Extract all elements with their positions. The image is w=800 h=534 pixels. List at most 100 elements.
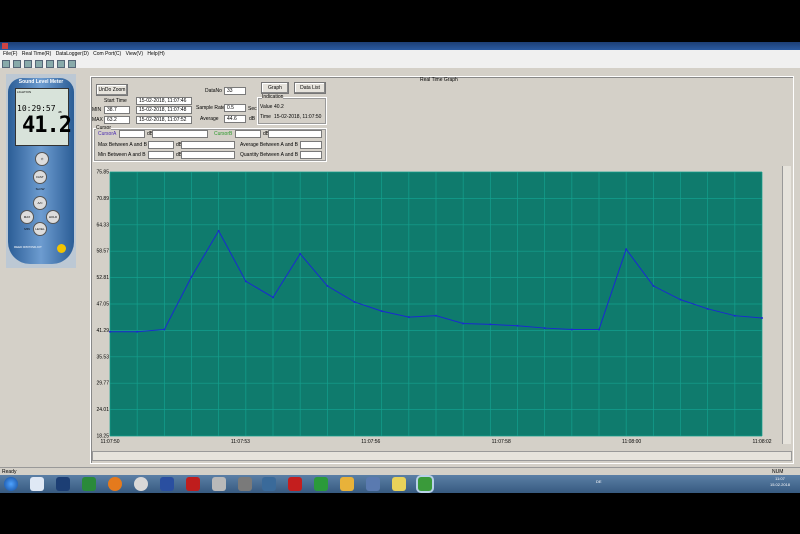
data-point: [516, 324, 519, 327]
app-icon[interactable]: [56, 477, 70, 491]
max-between-value[interactable]: [148, 141, 174, 149]
menu-help[interactable]: Help(H): [147, 50, 164, 59]
excel-icon[interactable]: [82, 477, 96, 491]
min-between-value[interactable]: [148, 151, 174, 159]
max-time-field[interactable]: 15-02-2018, 11:07:52: [136, 116, 192, 124]
cursor-b-time[interactable]: [268, 130, 322, 138]
start-time-label: Start Time: [104, 98, 127, 104]
edit-icon[interactable]: [35, 60, 43, 68]
y-tick-label: 47.05: [96, 302, 109, 308]
menu-view[interactable]: View(V): [126, 50, 143, 59]
menu-datalogger[interactable]: DataLogger(D): [56, 50, 89, 59]
y-tick-label: 41.29: [96, 328, 109, 334]
min-between-time[interactable]: [181, 151, 235, 159]
data-point: [679, 298, 682, 301]
data-point: [163, 328, 166, 331]
data-point: [706, 307, 709, 310]
max-label: MAX: [92, 117, 103, 123]
menu-real-time[interactable]: Real Time(R): [22, 50, 51, 59]
language-indicator[interactable]: DE: [596, 479, 602, 484]
printer-icon[interactable]: [366, 477, 380, 491]
value-label: Value: [260, 104, 273, 110]
open-icon[interactable]: [2, 60, 10, 68]
device-brand: REED R8070SD-KIT: [14, 245, 42, 249]
start-time-field[interactable]: 15-02-2018, 11:07:46: [136, 97, 192, 105]
folder-icon[interactable]: [340, 477, 354, 491]
undo-zoom-button[interactable]: UnDo Zoom: [96, 84, 128, 96]
data-point: [353, 300, 356, 303]
toolbar: [0, 59, 800, 68]
max-between-label: Max Between A and B: [98, 142, 147, 148]
y-tick-label: 64.33: [96, 222, 109, 228]
cursor-a-value[interactable]: [119, 130, 145, 138]
chrome-icon[interactable]: [134, 477, 148, 491]
print-icon[interactable]: [57, 60, 65, 68]
save-icon[interactable]: [13, 60, 21, 68]
explorer-icon[interactable]: [30, 477, 44, 491]
spreadsheet-icon[interactable]: [314, 477, 328, 491]
device-title: Sound Level Meter: [18, 79, 64, 85]
min-field[interactable]: 38.7: [104, 106, 130, 114]
min-label: MIN: [92, 107, 102, 113]
qty-between-label: Quantity Between A and B: [240, 152, 299, 158]
cursor-a-time[interactable]: [152, 130, 208, 138]
device-value: 41.2: [22, 113, 72, 138]
data-point: [570, 328, 573, 331]
indication-label: Indication: [262, 94, 284, 101]
datano-label: DataNo: [205, 88, 222, 94]
files-icon[interactable]: [212, 477, 226, 491]
copy-icon[interactable]: [24, 60, 32, 68]
filezilla-icon[interactable]: [186, 477, 200, 491]
device-time: 10:29:57: [17, 104, 56, 113]
graph-button[interactable]: Graph: [261, 82, 289, 94]
data-point: [326, 284, 329, 287]
data-point: [761, 316, 763, 319]
max-field[interactable]: 63.2: [104, 116, 130, 124]
cursor-b-label: CursorB: [214, 131, 233, 137]
device-ac-button: A/C: [33, 196, 47, 210]
data-point: [733, 314, 736, 317]
device-hold-button: HOLD: [46, 210, 60, 224]
menu-com-port[interactable]: Com Port(C): [93, 50, 121, 59]
datano-field[interactable]: 33: [224, 87, 246, 95]
qty-between-value[interactable]: [300, 151, 322, 159]
vertical-scrollbar[interactable]: [782, 166, 791, 444]
average-label: Average: [200, 116, 219, 122]
data-point: [625, 248, 628, 251]
sample-rate-label: Sample Rate: [196, 105, 225, 111]
horizontal-scrollbar[interactable]: [92, 451, 792, 461]
window-icon[interactable]: [160, 477, 174, 491]
active-app-icon[interactable]: [418, 477, 432, 491]
data-point: [136, 330, 139, 333]
device-level-button: LEVEL: [33, 222, 47, 236]
device-maxmin-button: MAX MIN: [20, 210, 34, 231]
avg-between-label: Average Between A and B: [240, 142, 299, 148]
settings-icon[interactable]: [46, 60, 54, 68]
data-point: [272, 296, 274, 299]
data-point: [652, 284, 655, 287]
documents-icon[interactable]: [392, 477, 406, 491]
menu-file[interactable]: File(F): [3, 50, 17, 59]
sample-rate-select[interactable]: 0.5: [224, 104, 246, 112]
real-time-graph[interactable]: 75.85 70.89 64.33 58.57 52.81 47.05 41.29 35.53…: [96, 166, 780, 448]
device-power-icon: [57, 244, 66, 253]
data-point: [489, 323, 492, 326]
firefox-icon[interactable]: [108, 477, 122, 491]
x-tick-label: 11:08:02: [752, 439, 771, 445]
clock[interactable]: 11:07 15.02.2018: [762, 476, 798, 488]
x-tick-label: 11:07:58: [492, 439, 511, 445]
data-point: [190, 275, 193, 278]
help-icon[interactable]: [68, 60, 76, 68]
cursor-b-value[interactable]: [235, 130, 261, 138]
data-list-button[interactable]: Data List: [294, 82, 326, 94]
paint-icon[interactable]: [238, 477, 252, 491]
start-button[interactable]: [4, 477, 18, 491]
y-tick-label: 35.53: [96, 354, 109, 360]
max-between-time[interactable]: [181, 141, 235, 149]
average-field[interactable]: 44.6: [224, 115, 246, 123]
tools-icon[interactable]: [262, 477, 276, 491]
pdf-icon[interactable]: [288, 477, 302, 491]
min-time-field[interactable]: 15-02-2018, 11:07:48: [136, 106, 192, 114]
data-point: [109, 330, 111, 333]
avg-between-value[interactable]: [300, 141, 322, 149]
